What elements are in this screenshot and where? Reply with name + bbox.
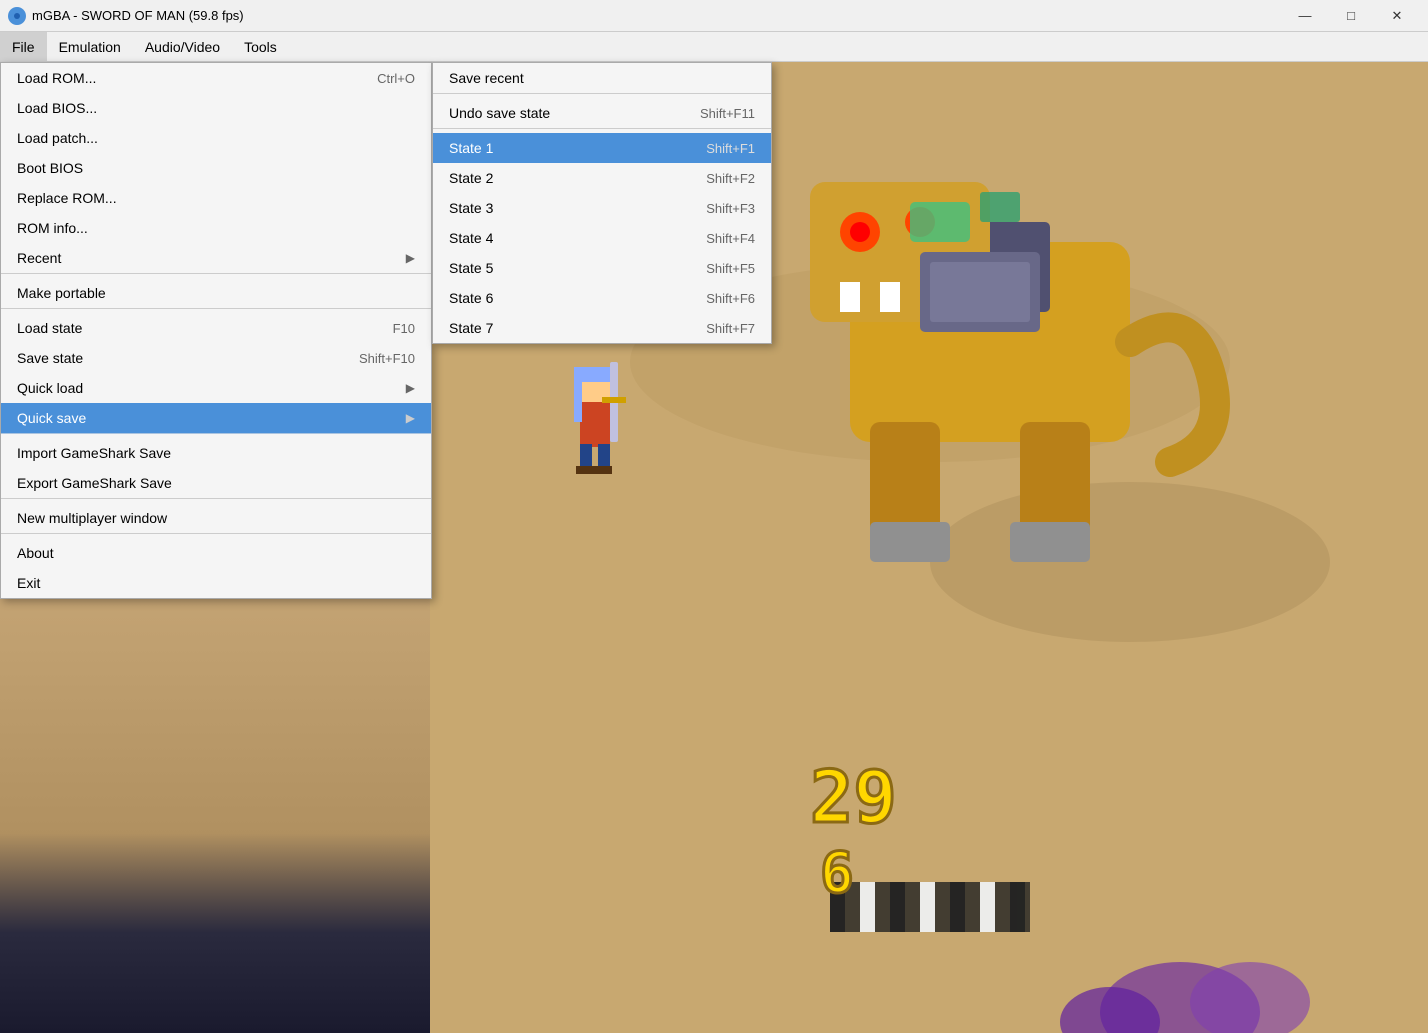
boot-bios-label: Boot BIOS: [17, 160, 83, 176]
recent-label: Recent: [17, 250, 61, 266]
submenu-state-1[interactable]: State 1 Shift+F1: [433, 133, 771, 163]
menu-new-multiplayer[interactable]: New multiplayer window: [1, 503, 431, 534]
submenu-save-recent[interactable]: Save recent: [433, 63, 771, 94]
quick-load-label: Quick load: [17, 380, 83, 396]
load-state-label: Load state: [17, 320, 82, 336]
quick-save-label: Quick save: [17, 410, 86, 426]
load-state-shortcut: F10: [393, 321, 415, 336]
new-multiplayer-label: New multiplayer window: [17, 510, 167, 526]
app-icon: [8, 7, 26, 25]
state-5-shortcut: Shift+F5: [706, 261, 755, 276]
menu-rom-info[interactable]: ROM info...: [1, 213, 431, 243]
quick-save-submenu: Save recent Undo save state Shift+F11 St…: [432, 62, 772, 344]
submenu-state-6[interactable]: State 6 Shift+F6: [433, 283, 771, 313]
menu-import-gameshark[interactable]: Import GameShark Save: [1, 438, 431, 468]
menu-quick-save[interactable]: Quick save ▶: [1, 403, 431, 434]
undo-save-label: Undo save state: [449, 105, 550, 121]
window-controls: — □ ✕: [1282, 0, 1420, 32]
make-portable-label: Make portable: [17, 285, 106, 301]
menu-exit[interactable]: Exit: [1, 568, 431, 598]
menu-boot-bios[interactable]: Boot BIOS: [1, 153, 431, 183]
minimize-button[interactable]: —: [1282, 0, 1328, 32]
save-recent-label: Save recent: [449, 70, 524, 86]
state-3-shortcut: Shift+F3: [706, 201, 755, 216]
file-menu-dropdown: Load ROM... Ctrl+O Load BIOS... Load pat…: [0, 62, 432, 599]
state-4-label: State 4: [449, 230, 493, 246]
close-button[interactable]: ✕: [1374, 0, 1420, 32]
menu-save-state[interactable]: Save state Shift+F10: [1, 343, 431, 373]
state-2-label: State 2: [449, 170, 493, 186]
state-5-label: State 5: [449, 260, 493, 276]
submenu-state-2[interactable]: State 2 Shift+F2: [433, 163, 771, 193]
state-7-label: State 7: [449, 320, 493, 336]
save-state-label: Save state: [17, 350, 83, 366]
state-6-shortcut: Shift+F6: [706, 291, 755, 306]
maximize-button[interactable]: □: [1328, 0, 1374, 32]
menu-emulation[interactable]: Emulation: [47, 32, 133, 61]
quick-save-arrow: ▶: [406, 411, 415, 425]
menu-file[interactable]: File: [0, 32, 47, 61]
undo-save-shortcut: Shift+F11: [700, 106, 755, 121]
load-bios-label: Load BIOS...: [17, 100, 97, 116]
state-3-label: State 3: [449, 200, 493, 216]
export-gameshark-label: Export GameShark Save: [17, 475, 172, 491]
state-4-shortcut: Shift+F4: [706, 231, 755, 246]
svg-text:29: 29: [810, 755, 897, 839]
recent-arrow: ▶: [406, 251, 415, 265]
save-state-shortcut: Shift+F10: [359, 351, 415, 366]
load-rom-shortcut: Ctrl+O: [377, 71, 415, 86]
menu-about[interactable]: About: [1, 538, 431, 568]
exit-label: Exit: [17, 575, 40, 591]
game-bottom-dark: [0, 833, 430, 1033]
menu-tools[interactable]: Tools: [232, 32, 289, 61]
title-bar: mGBA - SWORD OF MAN (59.8 fps) — □ ✕: [0, 0, 1428, 32]
quick-load-arrow: ▶: [406, 381, 415, 395]
menu-audio-video[interactable]: Audio/Video: [133, 32, 232, 61]
import-gameshark-label: Import GameShark Save: [17, 445, 171, 461]
submenu-state-5[interactable]: State 5 Shift+F5: [433, 253, 771, 283]
menu-load-bios[interactable]: Load BIOS...: [1, 93, 431, 123]
state-2-shortcut: Shift+F2: [706, 171, 755, 186]
state-7-shortcut: Shift+F7: [706, 321, 755, 336]
state-6-label: State 6: [449, 290, 493, 306]
menu-load-patch[interactable]: Load patch...: [1, 123, 431, 153]
menu-recent[interactable]: Recent ▶: [1, 243, 431, 274]
svg-text:6: 6: [820, 841, 854, 906]
menu-quick-load[interactable]: Quick load ▶: [1, 373, 431, 403]
menu-bar: File Emulation Audio/Video Tools: [0, 32, 1428, 62]
submenu-state-3[interactable]: State 3 Shift+F3: [433, 193, 771, 223]
menu-load-rom[interactable]: Load ROM... Ctrl+O: [1, 63, 431, 93]
submenu-state-7[interactable]: State 7 Shift+F7: [433, 313, 771, 343]
rom-info-label: ROM info...: [17, 220, 88, 236]
menu-export-gameshark[interactable]: Export GameShark Save: [1, 468, 431, 499]
title-bar-text: mGBA - SWORD OF MAN (59.8 fps): [32, 8, 1282, 23]
state-1-shortcut: Shift+F1: [706, 141, 755, 156]
about-label: About: [17, 545, 54, 561]
menu-replace-rom[interactable]: Replace ROM...: [1, 183, 431, 213]
submenu-undo-save[interactable]: Undo save state Shift+F11: [433, 98, 771, 129]
replace-rom-label: Replace ROM...: [17, 190, 117, 206]
load-patch-label: Load patch...: [17, 130, 98, 146]
submenu-state-4[interactable]: State 4 Shift+F4: [433, 223, 771, 253]
menu-load-state[interactable]: Load state F10: [1, 313, 431, 343]
menu-make-portable[interactable]: Make portable: [1, 278, 431, 309]
load-rom-label: Load ROM...: [17, 70, 96, 86]
state-1-label: State 1: [449, 140, 493, 156]
